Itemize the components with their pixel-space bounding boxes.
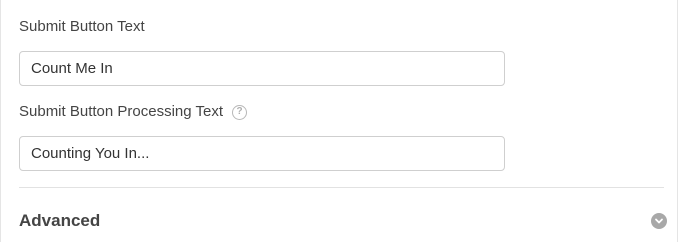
submit-button-processing-text-label-text: Submit Button Processing Text bbox=[19, 103, 223, 120]
section-divider bbox=[19, 187, 664, 188]
chevron-down-circle-icon[interactable] bbox=[651, 213, 667, 229]
question-circle-icon[interactable]: ? bbox=[232, 104, 247, 120]
submit-button-text-field: Submit Button Text bbox=[19, 17, 505, 86]
settings-panel: Submit Button Text Submit Button Process… bbox=[0, 0, 678, 242]
submit-button-text-label: Submit Button Text bbox=[19, 17, 505, 37]
submit-button-processing-text-input[interactable] bbox=[19, 136, 505, 171]
submit-button-text-label-text: Submit Button Text bbox=[19, 18, 145, 35]
submit-button-text-input[interactable] bbox=[19, 51, 505, 86]
advanced-section-title: Advanced bbox=[19, 211, 101, 230]
submit-button-processing-text-label: Submit Button Processing Text ? bbox=[19, 102, 505, 122]
chevron-down-icon bbox=[655, 218, 663, 224]
advanced-section-toggle[interactable]: Advanced bbox=[19, 209, 667, 233]
submit-button-processing-text-field: Submit Button Processing Text ? bbox=[19, 102, 505, 171]
